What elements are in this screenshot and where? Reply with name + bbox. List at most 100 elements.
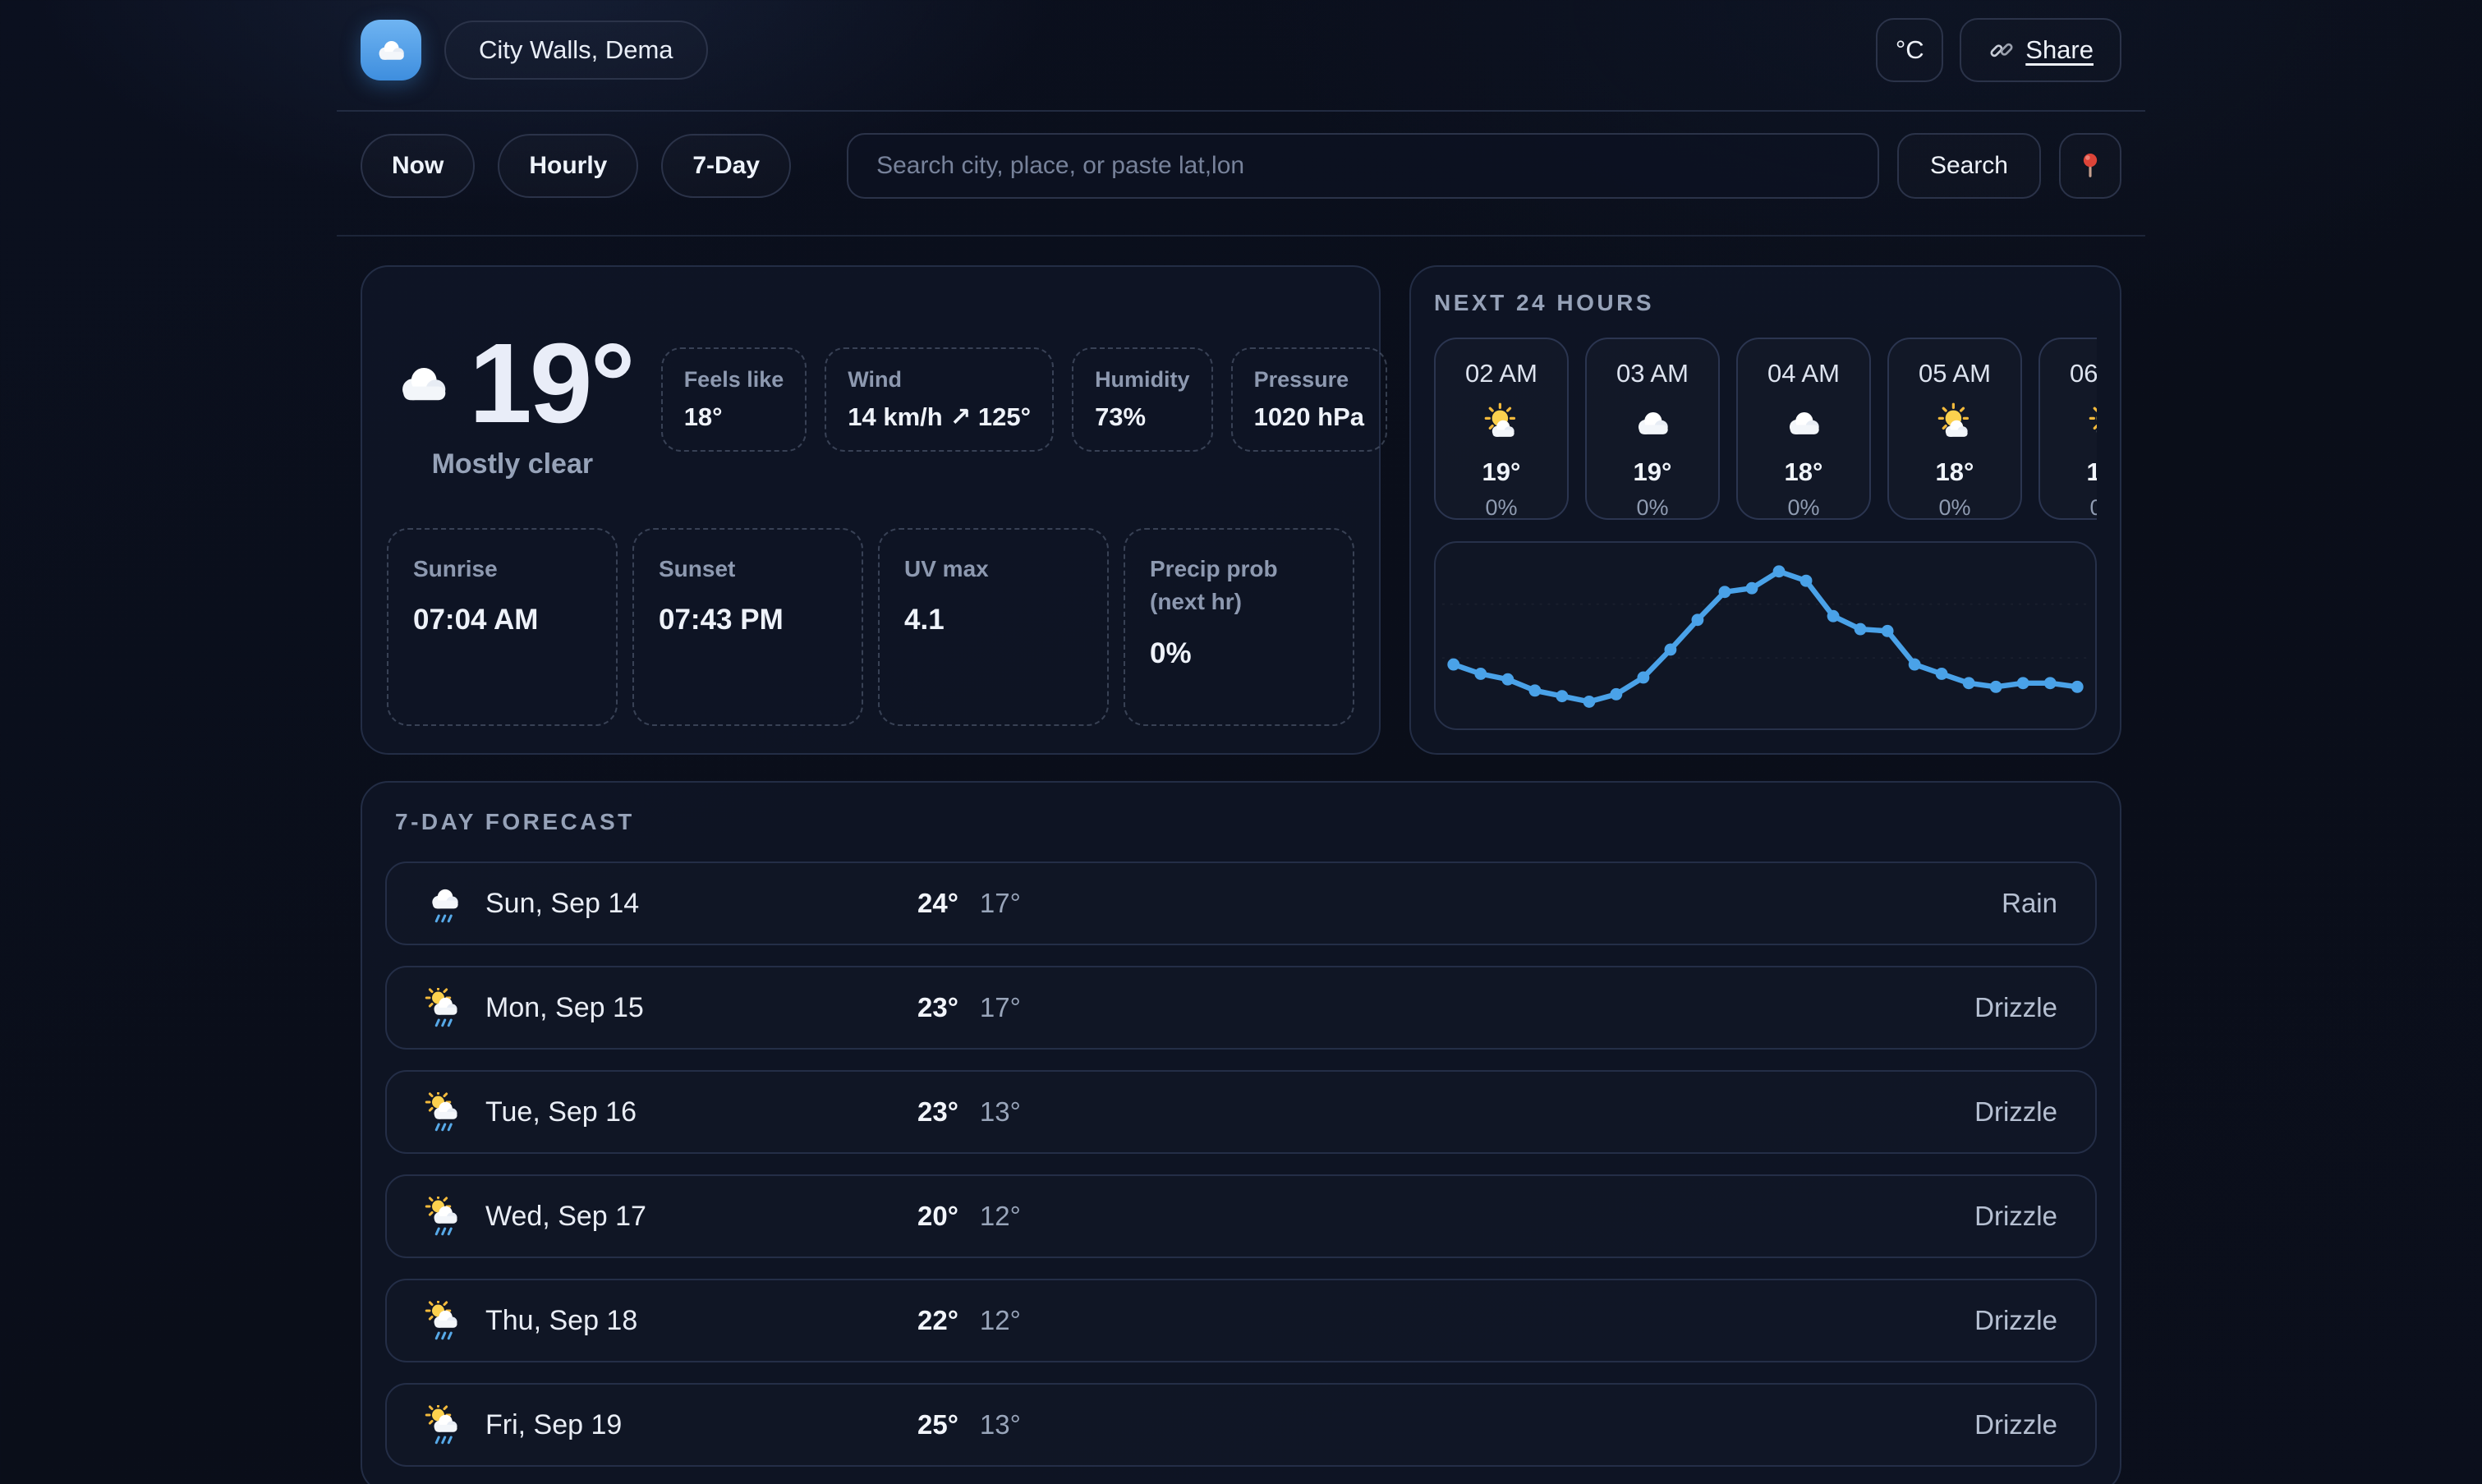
day-low-temp: 17° (980, 992, 1021, 1023)
day-high-temp: 23° (917, 1096, 958, 1128)
hour-temp: 18° (1936, 457, 1974, 487)
detail-label: UV max (904, 553, 1082, 586)
day-date: Sun, Sep 14 (485, 888, 639, 920)
hour-temp: 18° (1785, 457, 1823, 487)
search-input[interactable] (847, 133, 1879, 199)
stat-value: 14 km/h ↗ 125° (848, 402, 1031, 432)
day-condition: Drizzle (1974, 1096, 2057, 1128)
stat-wind: Wind 14 km/h ↗ 125° (825, 347, 1054, 452)
day-date: Wed, Sep 17 (485, 1201, 646, 1233)
day-row-sun: Sun, Sep 14 24° 17° Rain (385, 861, 2097, 945)
day-row-thu: Thu, Sep 18 22° 12° Drizzle (385, 1279, 2097, 1362)
day-row-mon: Mon, Sep 15 23° 17° Drizzle (385, 966, 2097, 1050)
stat-label: Humidity (1095, 367, 1190, 393)
current-weather-cloud-icon (392, 352, 454, 415)
hour-time: 04 AM (1767, 359, 1840, 388)
hour-card-03am: 03 AM 19° 0% (1585, 338, 1720, 520)
search-button[interactable]: Search (1897, 133, 2041, 199)
hour-time: 05 AM (1919, 359, 1991, 388)
day-high-temp: 25° (917, 1409, 958, 1440)
header: City Walls, Dema °C Share (337, 0, 2145, 112)
current-conditions-card: 19° Mostly clear Feels like 18° Wind 14 … (361, 265, 1381, 755)
hour-time: 06 AM (2070, 359, 2097, 388)
detail-value: 07:43 PM (659, 604, 837, 636)
detail-uv-max: UV max 4.1 (878, 528, 1109, 726)
tab-hourly-label: Hourly (529, 152, 607, 180)
next-24-hours-title: NEXT 24 HOURS (1434, 290, 2097, 316)
day-high-temp: 22° (917, 1305, 958, 1336)
detail-precip-prob: Precip prob (next hr) 0% (1124, 528, 1354, 726)
detail-sunrise: Sunrise 07:04 AM (387, 528, 618, 726)
app-logo (361, 20, 421, 80)
temp-line-chart-svg (1436, 543, 2095, 728)
hour-temp: 19° (1482, 457, 1521, 487)
tab-now-label: Now (392, 152, 444, 180)
unit-toggle-button[interactable]: °C (1876, 18, 1943, 82)
day-condition: Drizzle (1974, 1305, 2057, 1336)
day-condition: Rain (2002, 888, 2057, 919)
tab-hourly[interactable]: Hourly (498, 134, 638, 198)
round-pushpin-icon (2074, 149, 2107, 182)
link-icon (1988, 36, 2015, 64)
day-date: Thu, Sep 18 (485, 1305, 637, 1337)
hour-card-04am: 04 AM 18° 0% (1736, 338, 1871, 520)
day-condition: Drizzle (1974, 992, 2057, 1023)
stat-value: 18° (684, 402, 784, 432)
tab-7day[interactable]: 7-Day (661, 134, 791, 198)
stat-label: Feels like (684, 367, 784, 393)
detail-value: 0% (1150, 637, 1328, 670)
sun-behind-small-cloud-icon (2084, 402, 2097, 444)
stat-pressure: Pressure 1020 hPa (1231, 347, 1387, 452)
stat-value: 73% (1095, 402, 1190, 432)
detail-sunset: Sunset 07:43 PM (632, 528, 863, 726)
stat-label: Pressure (1254, 367, 1364, 393)
search-button-label: Search (1930, 152, 2008, 180)
hour-precip: 0% (1938, 495, 1970, 520)
day-row-tue: Tue, Sep 16 23° 13° Drizzle (385, 1070, 2097, 1154)
detail-label: Precip prob (next hr) (1150, 553, 1328, 619)
sun-behind-rain-cloud-icon (425, 1301, 464, 1340)
hour-temp: 18° (2087, 457, 2097, 487)
day-row-fri: Fri, Sep 19 25° 13° Drizzle (385, 1383, 2097, 1467)
sun-behind-small-cloud-icon (1480, 402, 1523, 444)
hour-precip: 0% (1636, 495, 1668, 520)
day-high-temp: 20° (917, 1201, 958, 1232)
day-low-temp: 12° (980, 1201, 1021, 1232)
current-temperature: 19° (469, 324, 633, 443)
day-date: Tue, Sep 16 (485, 1096, 637, 1128)
seven-day-forecast-card: 7-DAY FORECAST Sun, Sep 14 24° 17° Rain … (361, 781, 2121, 1484)
share-button[interactable]: Share (1960, 18, 2121, 82)
day-condition: Drizzle (1974, 1201, 2057, 1232)
stat-humidity: Humidity 73% (1072, 347, 1213, 452)
sun-behind-rain-cloud-icon (425, 1405, 464, 1445)
sun-behind-rain-cloud-icon (425, 1092, 464, 1132)
locate-button[interactable] (2059, 133, 2121, 199)
hour-precip: 0% (2089, 495, 2097, 520)
stat-label: Wind (848, 367, 1031, 393)
cloud-with-rain-icon (425, 884, 464, 923)
tab-now[interactable]: Now (361, 134, 475, 198)
tab-7day-label: 7-Day (692, 152, 760, 180)
location-pill[interactable]: City Walls, Dema (444, 21, 708, 80)
hourly-temp-chart (1434, 541, 2097, 730)
day-high-temp: 23° (917, 992, 958, 1023)
sun-behind-rain-cloud-icon (425, 1197, 464, 1236)
nav-bar: Now Hourly 7-Day Search (337, 112, 2145, 237)
unit-label: °C (1896, 35, 1924, 65)
detail-label: Sunrise (413, 553, 591, 586)
sun-behind-small-cloud-icon (1933, 402, 1976, 444)
day-date: Mon, Sep 15 (485, 992, 644, 1024)
stat-value: 1020 hPa (1254, 402, 1364, 432)
day-high-temp: 24° (917, 888, 958, 919)
day-low-temp: 13° (980, 1096, 1021, 1128)
day-low-temp: 12° (980, 1305, 1021, 1336)
hourly-strip[interactable]: 02 AM 19° 0% 03 AM 19° 0% 04 AM 1 (1434, 338, 2097, 520)
next-24-hours-card: NEXT 24 HOURS 02 AM 19° 0% 03 AM 19° 0% (1409, 265, 2121, 755)
hour-time: 02 AM (1465, 359, 1537, 388)
day-list: Sun, Sep 14 24° 17° Rain Mon, Sep 15 23°… (385, 861, 2097, 1467)
day-low-temp: 13° (980, 1409, 1021, 1440)
cloud-icon (1782, 402, 1825, 444)
day-condition: Drizzle (1974, 1409, 2057, 1440)
hour-precip: 0% (1787, 495, 1819, 520)
hour-precip: 0% (1485, 495, 1517, 520)
